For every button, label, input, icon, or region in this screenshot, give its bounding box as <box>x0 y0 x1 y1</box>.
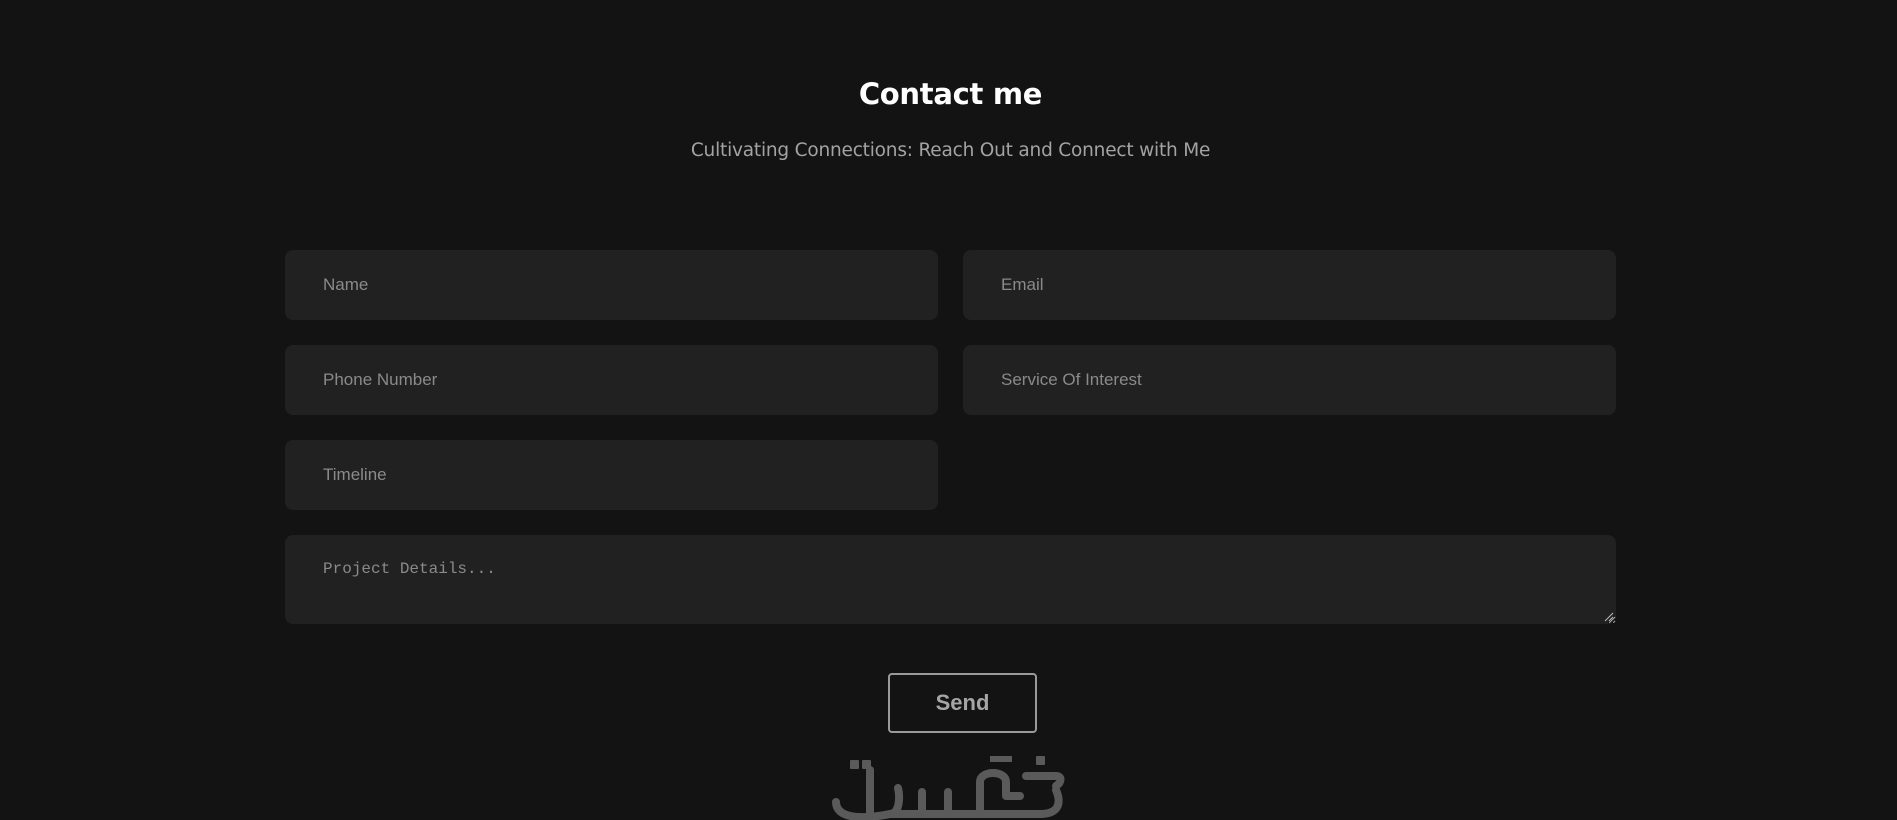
send-button[interactable]: Send <box>888 673 1037 733</box>
email-input[interactable] <box>963 250 1616 320</box>
name-input[interactable] <box>285 250 938 320</box>
page-title: Contact me <box>858 77 1043 111</box>
contact-section: Contact me Cultivating Connections: Reac… <box>0 0 1897 820</box>
phone-number-input[interactable] <box>285 345 938 415</box>
project-details-textarea[interactable] <box>285 535 1616 624</box>
page-subtitle: Cultivating Connections: Reach Out and C… <box>690 140 1211 161</box>
service-of-interest-input[interactable] <box>963 345 1616 415</box>
timeline-input[interactable] <box>285 440 938 510</box>
khamsat-watermark-logo <box>832 756 1065 820</box>
